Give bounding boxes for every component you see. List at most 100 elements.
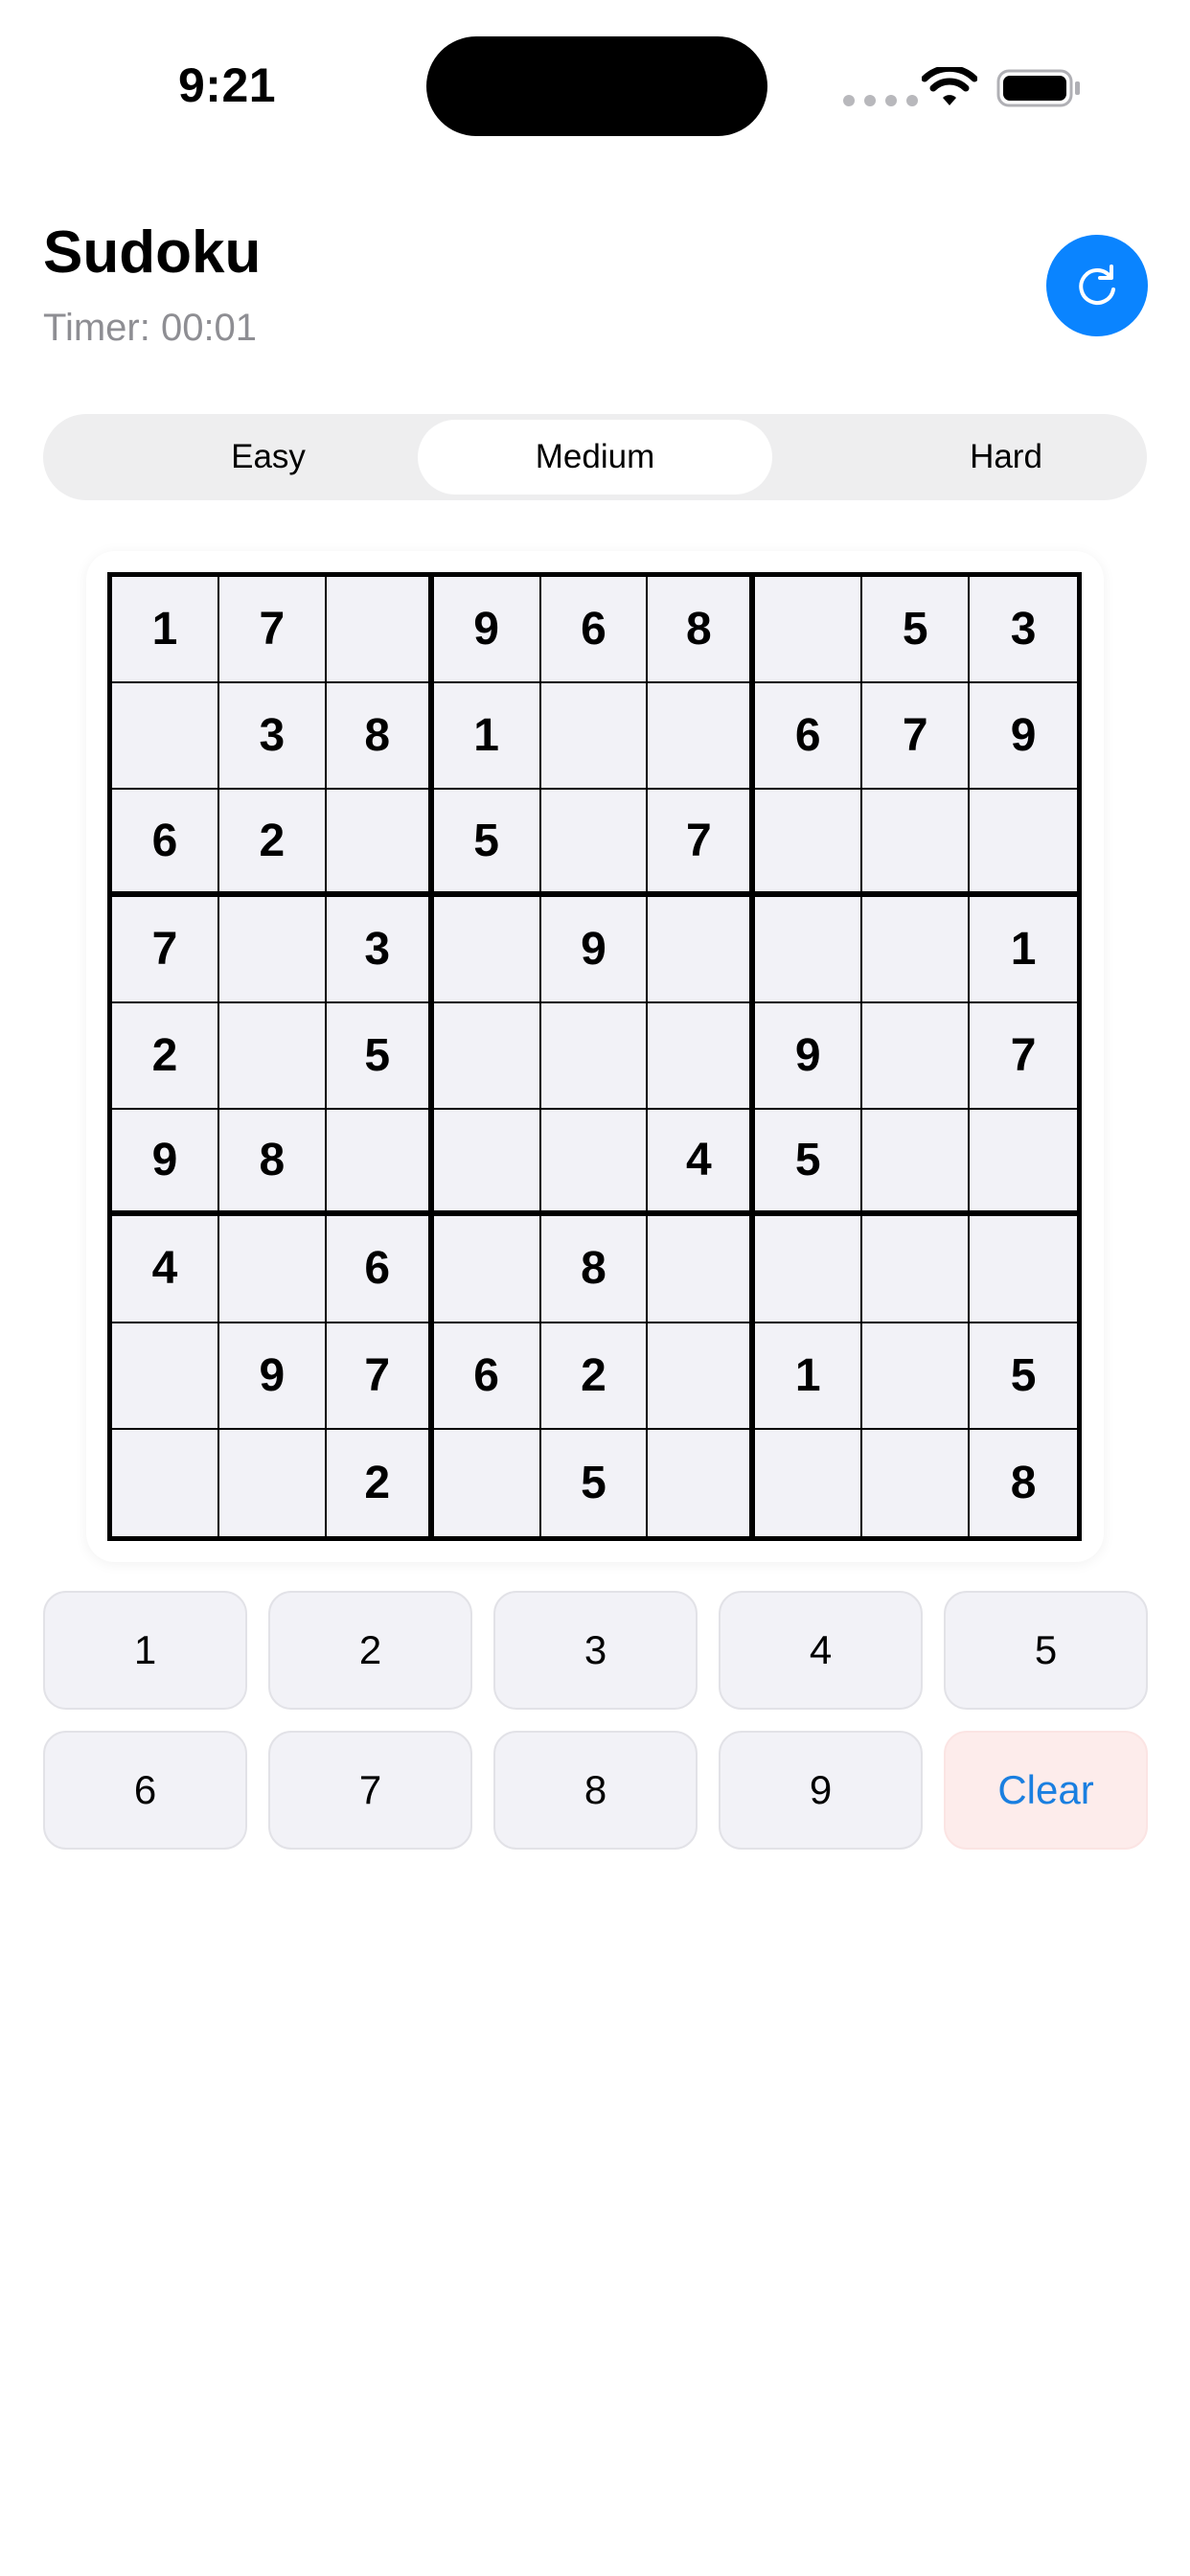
number-key-2[interactable]: 2	[268, 1591, 472, 1710]
board-cell[interactable]: 4	[112, 1216, 219, 1323]
number-key-4[interactable]: 4	[719, 1591, 923, 1710]
difficulty-segmented-control: Easy Medium Hard	[43, 414, 1147, 500]
board-cell[interactable]: 5	[541, 1429, 649, 1536]
number-key-6[interactable]: 6	[43, 1731, 247, 1850]
number-key-9[interactable]: 9	[719, 1731, 923, 1850]
restart-button[interactable]	[1046, 235, 1148, 336]
board-cell[interactable]: 5	[862, 577, 971, 684]
board-cell[interactable]: 2	[112, 1002, 219, 1111]
board-cell[interactable]	[112, 1322, 219, 1430]
board-cell[interactable]	[862, 896, 971, 1003]
number-key-5[interactable]: 5	[944, 1591, 1148, 1710]
board-cell[interactable]	[755, 790, 863, 897]
board-cell[interactable]: 7	[218, 577, 327, 684]
difficulty-easy-tab[interactable]: Easy	[91, 420, 446, 494]
board-cell[interactable]	[862, 790, 971, 897]
board-cell[interactable]	[970, 1110, 1077, 1217]
board-cell[interactable]	[218, 1216, 327, 1323]
board-cell[interactable]	[970, 1216, 1077, 1323]
board-cell[interactable]	[862, 1216, 971, 1323]
board-cell[interactable]	[433, 1002, 541, 1111]
board-cell[interactable]	[433, 1110, 541, 1217]
board-cell[interactable]	[970, 790, 1077, 897]
board-cell[interactable]	[862, 1002, 971, 1111]
board-cell[interactable]: 6	[540, 577, 649, 684]
board-cell[interactable]: 9	[218, 1322, 327, 1430]
number-key-7[interactable]: 7	[268, 1731, 472, 1850]
board-cell[interactable]: 5	[970, 1323, 1077, 1430]
board-cell[interactable]	[540, 790, 649, 897]
board-cell[interactable]: 8	[540, 1216, 649, 1323]
board-cell[interactable]: 4	[648, 1110, 756, 1217]
board-cell[interactable]	[648, 1002, 756, 1111]
board-cell[interactable]	[219, 1429, 327, 1536]
board-cell[interactable]	[862, 1110, 971, 1217]
board-cell[interactable]: 7	[112, 896, 219, 1003]
board-cell[interactable]: 7	[326, 1322, 434, 1430]
board-cell[interactable]: 2	[327, 1429, 434, 1536]
board-cell[interactable]	[433, 1216, 541, 1323]
board-cell[interactable]	[112, 683, 219, 791]
board-cell[interactable]	[434, 1429, 541, 1536]
board-cell[interactable]: 1	[433, 683, 541, 791]
board-cell[interactable]: 9	[540, 896, 649, 1003]
board-cell[interactable]: 1	[112, 577, 219, 684]
board-cell[interactable]	[326, 577, 434, 684]
board-cell[interactable]: 9	[970, 683, 1077, 791]
board-cell[interactable]: 1	[755, 1322, 863, 1430]
board-cell[interactable]	[648, 1322, 756, 1430]
dynamic-island	[426, 36, 767, 136]
board-cell[interactable]	[540, 1002, 649, 1111]
board-cell[interactable]	[112, 1429, 219, 1536]
board-cell[interactable]	[755, 1429, 863, 1536]
board-cell[interactable]: 2	[540, 1322, 649, 1430]
board-cell[interactable]: 7	[970, 1003, 1077, 1111]
number-pad: 1 2 3 4 5 6 7 8 9 Clear	[43, 1591, 1148, 1850]
difficulty-hard-tab[interactable]: Hard	[829, 420, 1183, 494]
board-cell[interactable]	[218, 1002, 327, 1111]
board-cell[interactable]: 8	[970, 1430, 1077, 1536]
board-cell[interactable]: 6	[112, 790, 219, 897]
board-cell[interactable]	[326, 790, 434, 897]
board-cell[interactable]: 9	[755, 1002, 863, 1111]
board-cell[interactable]: 6	[755, 683, 863, 791]
board-cell[interactable]	[540, 683, 649, 791]
number-key-1[interactable]: 1	[43, 1591, 247, 1710]
board-cell[interactable]	[862, 1429, 971, 1536]
board-cell[interactable]: 1	[970, 897, 1077, 1003]
board-cell[interactable]: 8	[326, 683, 434, 791]
difficulty-medium-tab[interactable]: Medium	[418, 420, 772, 494]
clear-button[interactable]: Clear	[944, 1731, 1148, 1850]
board-cell[interactable]	[648, 896, 756, 1003]
board-cell[interactable]	[862, 1322, 971, 1430]
board-cell[interactable]: 5	[326, 1002, 434, 1111]
board-cell[interactable]	[755, 577, 863, 684]
board-cell[interactable]: 6	[326, 1216, 434, 1323]
status-time: 9:21	[178, 58, 277, 112]
board-cell[interactable]: 7	[862, 683, 971, 791]
board-cell[interactable]: 8	[648, 577, 756, 684]
board-cell[interactable]: 6	[433, 1322, 541, 1430]
board-cell[interactable]: 7	[648, 790, 756, 897]
board-cell[interactable]	[648, 1216, 756, 1323]
board-cell[interactable]: 9	[433, 577, 541, 684]
board-cell[interactable]	[540, 1110, 649, 1217]
board-cell[interactable]: 9	[112, 1110, 219, 1217]
board-cell[interactable]: 8	[218, 1110, 327, 1217]
board-cell[interactable]: 3	[218, 683, 327, 791]
board-cell[interactable]: 5	[755, 1110, 863, 1217]
board-cell[interactable]	[326, 1110, 434, 1217]
board-cell[interactable]	[218, 896, 327, 1003]
board-cell[interactable]	[755, 896, 863, 1003]
number-key-8[interactable]: 8	[493, 1731, 698, 1850]
number-key-3[interactable]: 3	[493, 1591, 698, 1710]
cellular-signal-icon	[843, 95, 918, 106]
board-cell[interactable]: 3	[326, 896, 434, 1003]
board-cell[interactable]: 5	[433, 790, 541, 897]
board-cell[interactable]: 3	[970, 577, 1077, 684]
board-cell[interactable]: 2	[218, 790, 327, 897]
board-cell[interactable]	[648, 683, 756, 791]
board-cell[interactable]	[755, 1216, 863, 1323]
board-cell[interactable]	[648, 1429, 756, 1536]
board-cell[interactable]	[433, 896, 541, 1003]
